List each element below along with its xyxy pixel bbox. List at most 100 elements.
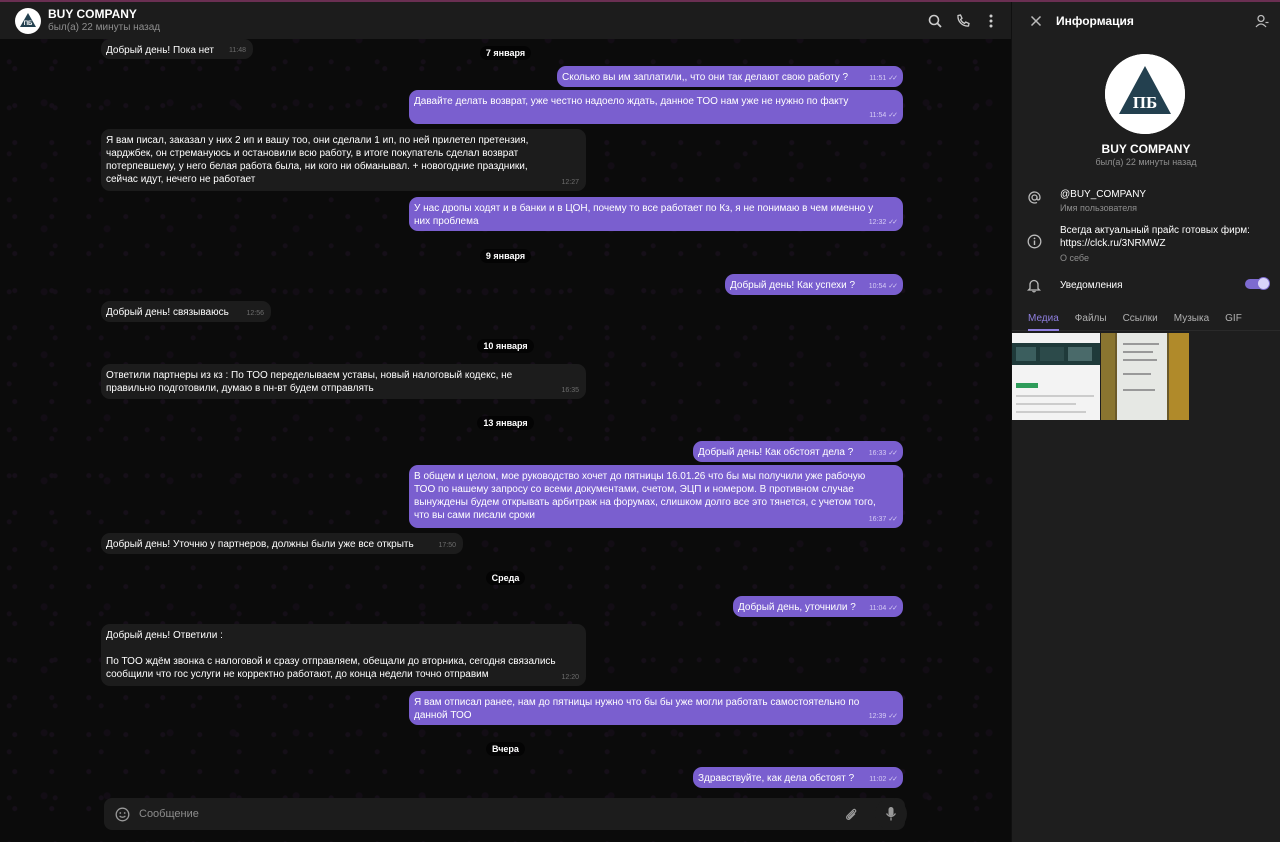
message-outgoing[interactable]: Здравствуйте, как дела обстоят ? 11:02 ✓✓ bbox=[693, 767, 903, 788]
message-text: Я вам писал, заказал у них 2 ип и вашу т… bbox=[106, 135, 529, 185]
profile-avatar[interactable]: ПБ bbox=[1105, 54, 1185, 134]
message-composer bbox=[104, 798, 907, 830]
message-text: Сколько вы им заплатили,, что они так де… bbox=[562, 72, 849, 83]
chat-avatar[interactable]: ПБ bbox=[15, 7, 41, 34]
message-time: 11:02 bbox=[869, 776, 887, 783]
message-time: 16:35 bbox=[561, 387, 579, 394]
message-outgoing[interactable]: Давайте делать возврат, уже честно надое… bbox=[409, 90, 903, 124]
read-checks-icon: ✓✓ bbox=[888, 516, 898, 523]
media-thumbnail[interactable] bbox=[1101, 333, 1189, 420]
username-row[interactable]: @BUY_COMPANY Имя пользователя bbox=[1012, 188, 1280, 216]
at-icon bbox=[1027, 190, 1043, 206]
username-label: Имя пользователя bbox=[1060, 203, 1138, 213]
message-time: 10:54 bbox=[868, 283, 887, 290]
message-text: В общем и целом, мое руководство хочет д… bbox=[414, 471, 876, 521]
read-checks-icon: ✓✓ bbox=[888, 450, 898, 457]
date-separator: 7 января bbox=[0, 46, 1011, 60]
logo-icon: ПБ bbox=[1105, 54, 1185, 134]
tab-music[interactable]: Музыка bbox=[1174, 309, 1209, 331]
message-text: Добрый день! Уточню у партнеров, должны … bbox=[106, 539, 414, 550]
read-checks-icon: ✓✓ bbox=[888, 219, 898, 226]
chat-area: ПБ BUY COMPANY был(а) 22 минуты назад До… bbox=[0, 2, 1011, 842]
message-time: 12:56 bbox=[246, 310, 264, 317]
message-time: 12:20 bbox=[561, 674, 579, 681]
close-icon[interactable] bbox=[1027, 12, 1044, 29]
mic-button[interactable] bbox=[875, 798, 907, 830]
info-panel-title: Информация bbox=[1056, 13, 1134, 28]
message-time: 16:33 bbox=[868, 450, 887, 457]
attach-icon[interactable] bbox=[842, 806, 859, 823]
search-icon[interactable] bbox=[926, 12, 943, 29]
message-text: Давайте делать возврат, уже честно надое… bbox=[414, 96, 849, 107]
message-text: Ответили партнеры из кз : По ТОО передел… bbox=[106, 370, 513, 394]
about-text[interactable]: Всегда актуальный прайс готовых фирм: ht… bbox=[1060, 224, 1275, 250]
more-icon[interactable] bbox=[982, 12, 999, 29]
read-checks-icon: ✓✓ bbox=[888, 283, 898, 290]
date-separator: Среда bbox=[0, 571, 1011, 585]
notifications-label: Уведомления bbox=[1060, 280, 1123, 291]
message-text: У нас дропы ходят и в банки и в ЦОН, поч… bbox=[414, 203, 874, 227]
emoji-icon[interactable] bbox=[114, 806, 131, 823]
date-separator: 13 января bbox=[0, 416, 1011, 430]
message-outgoing[interactable]: У нас дропы ходят и в банки и в ЦОН, поч… bbox=[409, 197, 903, 231]
profile-name: BUY COMPANY bbox=[1101, 142, 1191, 156]
message-text: Добрый день! Как обстоят дела ? bbox=[698, 447, 854, 458]
info-panel-header: Информация bbox=[1012, 2, 1280, 39]
message-text: Добрый день! связываюсь bbox=[106, 307, 229, 318]
message-time: 11:54 bbox=[869, 112, 887, 119]
message-input[interactable] bbox=[139, 808, 842, 820]
message-outgoing[interactable]: Сколько вы им заплатили,, что они так де… bbox=[557, 66, 903, 87]
date-separator: 10 января bbox=[0, 339, 1011, 353]
profile-status: был(а) 22 минуты назад bbox=[1095, 157, 1197, 167]
message-time: 17:50 bbox=[438, 542, 456, 549]
notifications-row[interactable]: Уведомления bbox=[1012, 276, 1280, 294]
date-separator: 9 января bbox=[0, 249, 1011, 263]
notifications-toggle[interactable] bbox=[1245, 277, 1270, 290]
contact-icon[interactable] bbox=[1253, 12, 1270, 29]
message-incoming[interactable]: Добрый день! связываюсь 12:56 bbox=[101, 301, 271, 322]
message-incoming[interactable]: Ответили партнеры из кз : По ТОО передел… bbox=[101, 364, 586, 399]
message-outgoing[interactable]: В общем и целом, мое руководство хочет д… bbox=[409, 465, 903, 528]
message-incoming[interactable]: Я вам писал, заказал у них 2 ип и вашу т… bbox=[101, 129, 586, 191]
read-checks-icon: ✓✓ bbox=[888, 713, 898, 720]
chat-header[interactable]: ПБ BUY COMPANY был(а) 22 минуты назад bbox=[0, 2, 1011, 39]
message-outgoing[interactable]: Добрый день! Как успехи ? 10:54 ✓✓ bbox=[725, 274, 903, 295]
message-text: Я вам отписал ранее, нам до пятницы нужн… bbox=[414, 697, 860, 721]
svg-text:ПБ: ПБ bbox=[1133, 93, 1157, 112]
svg-text:ПБ: ПБ bbox=[24, 21, 33, 27]
message-outgoing[interactable]: Я вам отписал ранее, нам до пятницы нужн… bbox=[409, 691, 903, 725]
about-row[interactable]: Всегда актуальный прайс готовых фирм: ht… bbox=[1012, 224, 1280, 264]
media-tabs: Медиа Файлы Ссылки Музыка GIF bbox=[1012, 309, 1280, 331]
tab-links[interactable]: Ссылки bbox=[1123, 309, 1158, 331]
phone-icon[interactable] bbox=[954, 12, 971, 29]
chat-status: был(а) 22 минуты назад bbox=[48, 22, 161, 33]
read-checks-icon: ✓✓ bbox=[888, 605, 898, 612]
chat-title[interactable]: BUY COMPANY bbox=[48, 7, 160, 21]
message-incoming[interactable]: Добрый день! Уточню у партнеров, должны … bbox=[101, 533, 463, 554]
message-time: 12:27 bbox=[561, 179, 579, 186]
read-checks-icon: ✓✓ bbox=[888, 75, 898, 82]
read-checks-icon: ✓✓ bbox=[888, 112, 898, 119]
message-text: Здравствуйте, как дела обстоят ? bbox=[698, 773, 855, 784]
message-time: 11:04 bbox=[869, 605, 887, 612]
bell-icon bbox=[1026, 278, 1043, 294]
message-incoming[interactable]: Добрый день! Ответили : По ТОО ждём звон… bbox=[101, 624, 586, 686]
tab-gif[interactable]: GIF bbox=[1225, 309, 1242, 331]
message-time: 16:37 bbox=[868, 516, 887, 523]
message-time: 12:32 bbox=[868, 219, 887, 226]
info-panel: Информация ПБ BUY COMPANY был(а) 22 мину… bbox=[1011, 2, 1280, 842]
message-time: 11:51 bbox=[869, 75, 887, 82]
username-value[interactable]: @BUY_COMPANY bbox=[1060, 188, 1275, 201]
info-icon bbox=[1027, 234, 1043, 250]
media-thumbnail[interactable] bbox=[1012, 333, 1100, 420]
date-separator: Вчера bbox=[0, 742, 1011, 756]
read-checks-icon: ✓✓ bbox=[888, 776, 898, 783]
tab-media[interactable]: Медиа bbox=[1028, 309, 1059, 331]
mic-icon bbox=[885, 807, 897, 821]
message-text: Добрый день! Ответили : По ТОО ждём звон… bbox=[106, 630, 556, 680]
message-time: 12:39 bbox=[868, 713, 887, 720]
about-label: О себе bbox=[1060, 253, 1089, 263]
tab-files[interactable]: Файлы bbox=[1075, 309, 1107, 331]
message-outgoing[interactable]: Добрый день! Как обстоят дела ? 16:33 ✓✓ bbox=[693, 441, 903, 462]
message-outgoing[interactable]: Добрый день, уточнили ? 11:04 ✓✓ bbox=[733, 596, 903, 617]
